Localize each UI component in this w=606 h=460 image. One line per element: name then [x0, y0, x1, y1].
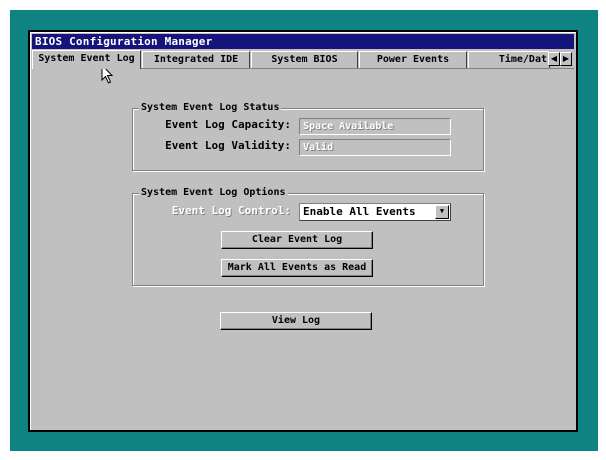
view-log-button[interactable]: View Log	[220, 312, 372, 330]
event-log-capacity-label: Event Log Capacity:	[165, 118, 291, 131]
tab-power-events[interactable]: Power Events	[359, 51, 467, 68]
event-log-control-select[interactable]: Enable All Events ▼	[299, 203, 451, 221]
window-title: BIOS Configuration Manager	[32, 34, 574, 49]
arrow-left-icon[interactable]: ◀	[548, 52, 560, 66]
tab-time-date[interactable]: Time/Dat	[468, 51, 550, 68]
event-log-validity-label: Event Log Validity:	[165, 139, 291, 152]
tab-system-bios[interactable]: System BIOS	[251, 51, 358, 68]
event-log-options-group-title: System Event Log Options	[139, 187, 288, 199]
tab-panel-system-event-log: System Event Log Status Event Log Capaci…	[32, 70, 574, 428]
arrow-right-icon[interactable]: ▶	[560, 52, 572, 66]
clear-event-log-button[interactable]: Clear Event Log	[221, 231, 373, 249]
tab-integrated-ide[interactable]: Integrated IDE	[142, 51, 250, 68]
event-log-status-group-title: System Event Log Status	[139, 102, 282, 114]
mark-all-events-read-button[interactable]: Mark All Events as Read	[221, 259, 373, 277]
chevron-down-icon[interactable]: ▼	[435, 205, 449, 219]
event-log-options-group: System Event Log Options Event Log Contr…	[132, 187, 484, 286]
event-log-validity-field: Valid	[299, 139, 451, 156]
event-log-control-value: Enable All Events	[303, 205, 416, 218]
tab-scroll-controls: ◀ ▶	[548, 52, 572, 66]
event-log-capacity-field: Space Available	[299, 118, 451, 135]
bios-config-window: BIOS Configuration Manager System Event …	[28, 30, 578, 432]
event-log-control-label: Event Log Control:	[171, 204, 291, 217]
tab-strip: System Event Log Integrated IDE System B…	[32, 50, 574, 69]
tab-system-event-log[interactable]: System Event Log	[32, 50, 141, 69]
event-log-status-group: System Event Log Status Event Log Capaci…	[132, 102, 484, 171]
